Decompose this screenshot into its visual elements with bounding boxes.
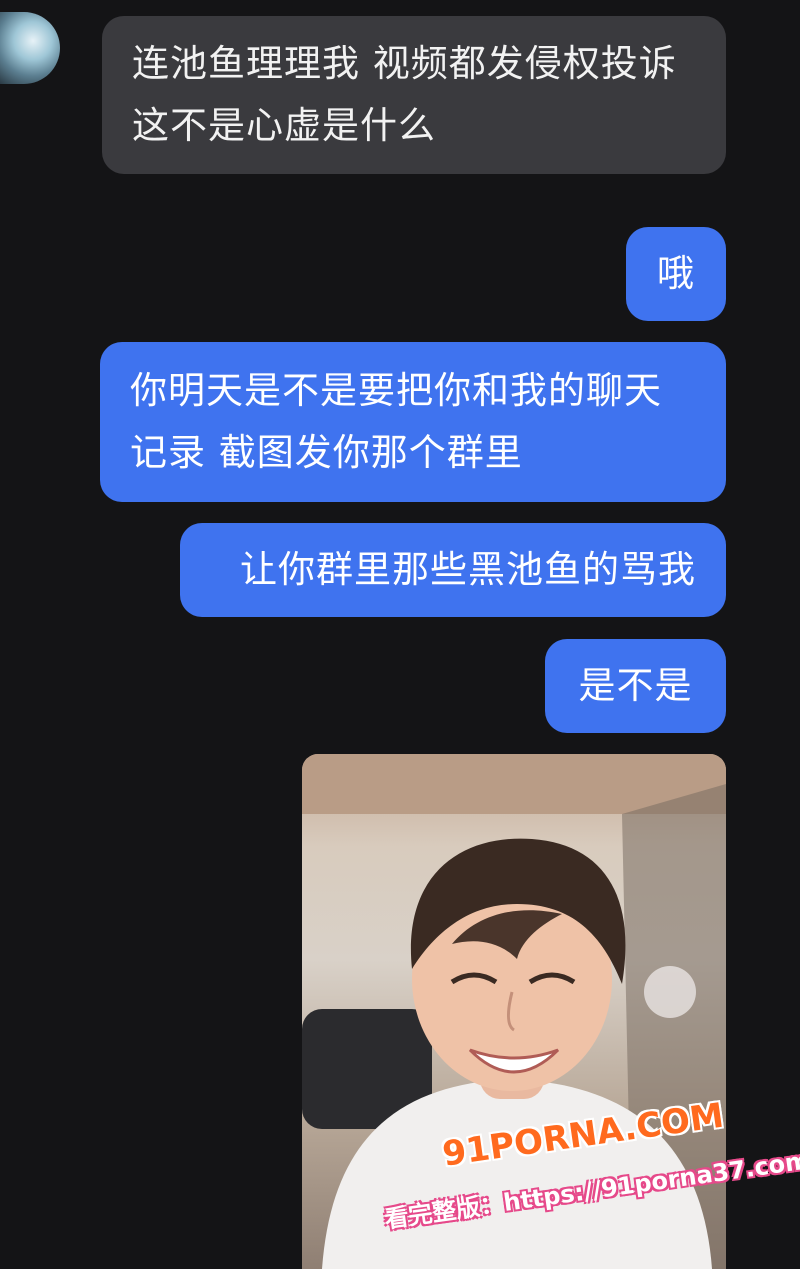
message-text: 你明天是不是要把你和我的聊天记录 截图发你那个群里 <box>130 369 662 474</box>
outgoing-message-bubble[interactable]: 是不是 <box>545 639 726 733</box>
outgoing-message-bubble[interactable]: 你明天是不是要把你和我的聊天记录 截图发你那个群里 <box>100 342 726 502</box>
message-text: 连池鱼理理我 视频都发侵权投诉 这不是心虚是什么 <box>132 42 677 147</box>
contact-avatar[interactable] <box>0 12 60 84</box>
message-text: 让你群里那些黑池鱼的骂我 <box>240 548 696 591</box>
outgoing-message-bubble[interactable]: 哦 <box>626 227 726 321</box>
message-text: 哦 <box>657 252 695 295</box>
outgoing-message-bubble[interactable]: 让你群里那些黑池鱼的骂我 <box>180 523 726 617</box>
incoming-message-bubble[interactable]: 连池鱼理理我 视频都发侵权投诉 这不是心虚是什么 <box>102 16 726 174</box>
message-text: 是不是 <box>578 664 693 707</box>
